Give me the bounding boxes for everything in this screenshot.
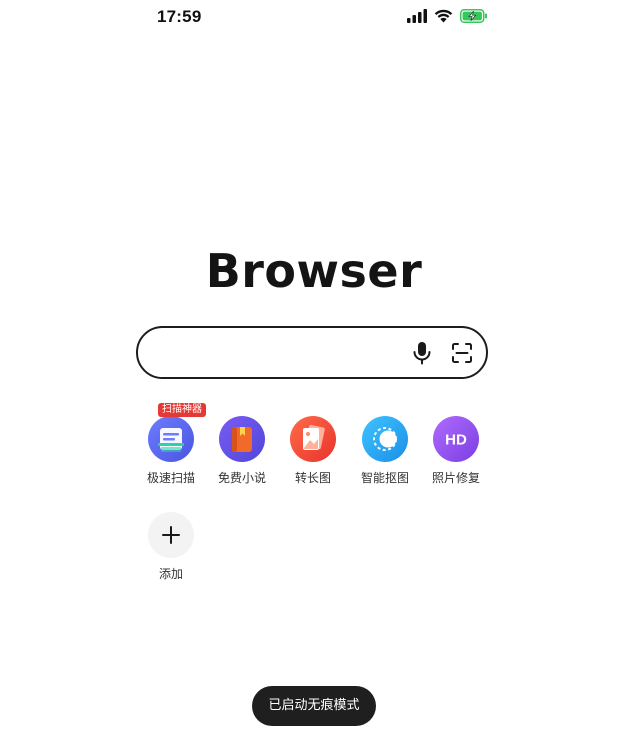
- shortcut-free-novels[interactable]: 免费小说: [206, 416, 278, 486]
- svg-text:HD: HD: [445, 432, 467, 449]
- plus-icon: [162, 526, 180, 544]
- shortcut-icon-container: [219, 416, 265, 462]
- shortcut-fast-scan[interactable]: 扫描神器 极速扫描: [135, 403, 207, 486]
- status-icons: [407, 9, 488, 23]
- search-bar[interactable]: [136, 326, 488, 379]
- shortcut-icon-container: HD: [433, 416, 479, 462]
- shortcut-smart-cutout[interactable]: 智能抠图: [349, 416, 421, 486]
- shortcut-label: 极速扫描: [146, 471, 195, 485]
- shortcut-label: 免费小说: [217, 471, 266, 485]
- shortcut-label: 照片修复: [431, 471, 480, 485]
- scan-button[interactable]: [451, 342, 473, 364]
- add-shortcut-button[interactable]: 添加: [135, 512, 207, 582]
- scan-icon: [452, 343, 472, 363]
- hd-icon: HD: [433, 416, 479, 462]
- voice-search-button[interactable]: [411, 341, 433, 365]
- shortcut-photo-repair[interactable]: HD 照片修复: [420, 416, 492, 486]
- shortcut-icon-container: [148, 512, 194, 558]
- shortcut-icon-container: [362, 416, 408, 462]
- microphone-icon: [413, 342, 431, 365]
- shortcut-label: 添加: [158, 567, 183, 581]
- shortcut-icon-container: [290, 416, 336, 462]
- scan-document-icon: [148, 416, 194, 462]
- signal-icon: [407, 9, 427, 23]
- cutout-icon: [362, 416, 408, 462]
- shortcut-long-image[interactable]: 转长图: [277, 416, 349, 486]
- shortcut-icon-container: 扫描神器: [148, 403, 206, 462]
- status-bar: 17:59: [0, 0, 632, 36]
- shortcut-label: 智能抠图: [360, 471, 409, 485]
- browser-logo: Browser: [205, 244, 423, 298]
- scan-tool-badge: 扫描神器: [158, 403, 206, 417]
- browser-home-screen: 17:59 Browser 扫描神器 极速扫描 免费小说 转长图 智能抠图 HD…: [0, 0, 632, 735]
- status-time: 17:59: [157, 7, 202, 26]
- long-image-icon: [290, 416, 336, 462]
- wifi-icon: [434, 9, 453, 23]
- search-input[interactable]: [156, 336, 410, 370]
- incognito-toast: 已启动无痕模式: [252, 686, 376, 726]
- battery-charging-icon: [460, 9, 487, 23]
- book-icon: [219, 416, 265, 462]
- shortcut-label: 转长图: [294, 471, 331, 485]
